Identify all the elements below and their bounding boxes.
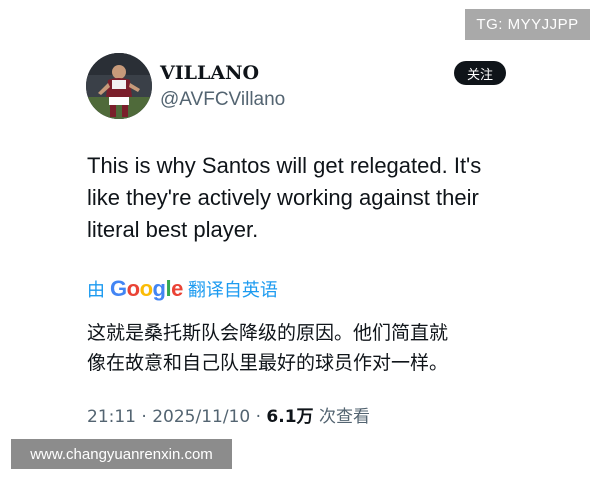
translated-text-line: 这就是桑托斯队会降级的原因。他们简直就 <box>87 322 449 344</box>
tweet-text-line: like they're actively working against th… <box>87 185 479 210</box>
site-watermark: www.changyuanrenxin.com <box>11 439 232 469</box>
translate-suffix: 翻译自英语 <box>187 280 278 301</box>
tweet-meta: 21:11 · 2025/11/10 · 6.1万 次查看 <box>87 402 370 427</box>
views-label: 次查看 <box>313 407 370 427</box>
player-photo-icon <box>86 53 152 119</box>
views-count: 6.1万 <box>266 407 314 427</box>
author-handle[interactable]: @AVFCVillano <box>160 89 285 111</box>
tweet-time[interactable]: 21:11 <box>87 407 136 427</box>
tweet-text: This is why Santos will get relegated. I… <box>87 150 527 246</box>
tg-badge: TG: MYYJJPP <box>465 9 590 40</box>
follow-button[interactable]: 关注 <box>454 61 506 85</box>
translate-link[interactable]: 由 Google 翻译自英语 <box>87 274 278 304</box>
tweet-text-line: literal best player. <box>87 217 259 242</box>
tweet-text-line: This is why Santos will get relegated. I… <box>87 153 482 178</box>
translated-text-line: 像在故意和自己队里最好的球员作对一样。 <box>87 352 449 374</box>
meta-separator: · <box>136 407 153 427</box>
meta-separator: · <box>250 407 267 427</box>
avatar[interactable] <box>86 53 152 119</box>
translate-prefix: 由 <box>87 280 105 301</box>
translated-text: 这就是桑托斯队会降级的原因。他们简直就 像在故意和自己队里最好的球员作对一样。 <box>87 318 527 378</box>
author-display-name[interactable]: VILLANO <box>160 62 259 84</box>
google-logo: Google <box>110 276 183 301</box>
tweet-date[interactable]: 2025/11/10 <box>152 407 250 427</box>
